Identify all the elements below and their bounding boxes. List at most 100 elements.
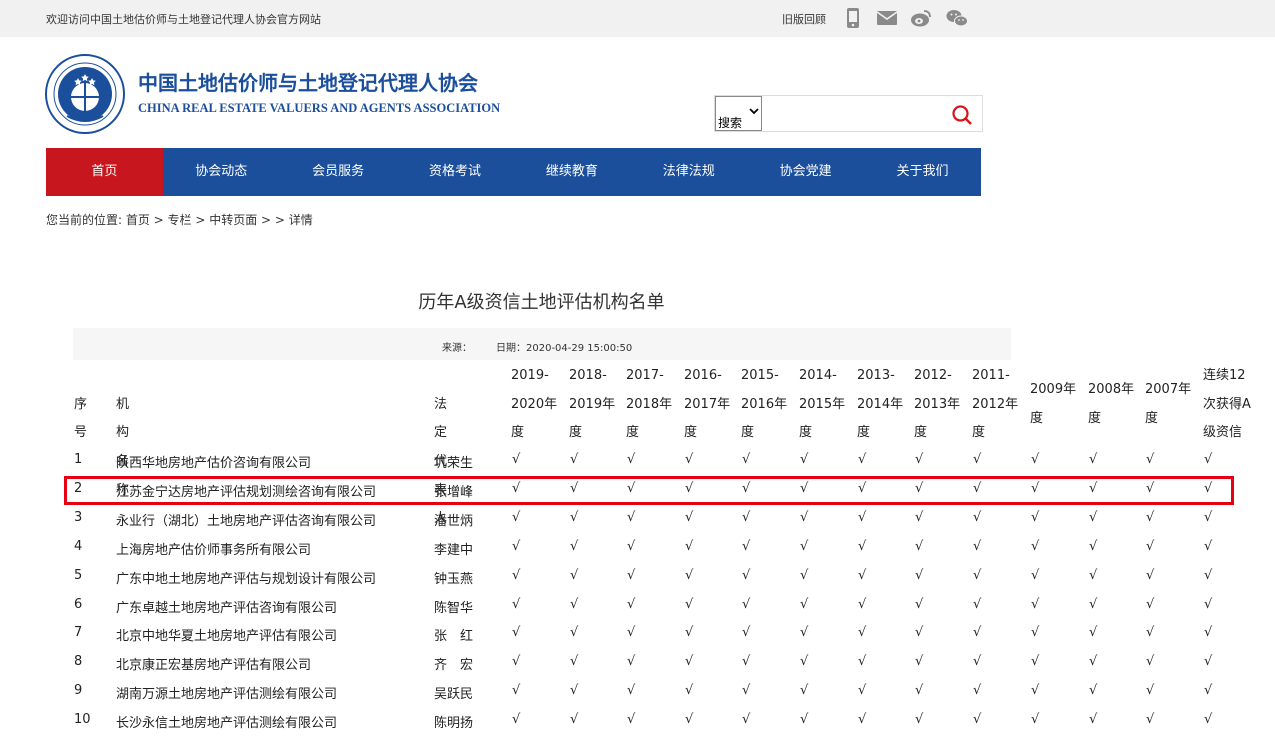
check-mark: √ bbox=[800, 509, 809, 525]
header-year: 2013- 2014年 度 bbox=[857, 367, 904, 441]
nav-item-education[interactable]: 继续教育 bbox=[514, 148, 631, 196]
search-type-select[interactable]: 搜索 bbox=[715, 96, 762, 131]
mobile-icon[interactable] bbox=[842, 8, 864, 28]
check-mark: √ bbox=[570, 712, 579, 728]
wechat-icon[interactable] bbox=[946, 8, 968, 28]
header-year: 2019- 2020年 度 bbox=[511, 367, 558, 441]
row-legal-rep: 潘世炳 bbox=[434, 513, 474, 529]
check-mark: √ bbox=[1089, 452, 1098, 467]
check-mark: √ bbox=[627, 596, 636, 612]
row-no: 5 bbox=[74, 567, 83, 583]
mail-icon[interactable] bbox=[876, 8, 898, 28]
header-year: 2018- 2019年 度 bbox=[569, 367, 616, 441]
check-mark: √ bbox=[973, 538, 982, 554]
check-mark: √ bbox=[685, 625, 694, 641]
header-year: 2008年 度 bbox=[1088, 382, 1135, 426]
check-mark: √ bbox=[1031, 567, 1040, 583]
row-agency-name: 永业行（湖北）土地房地产评估咨询有限公司 bbox=[116, 513, 377, 529]
nav-item-exams[interactable]: 资格考试 bbox=[397, 148, 514, 196]
check-mark: √ bbox=[1146, 654, 1155, 670]
nav-item-party[interactable]: 协会党建 bbox=[747, 148, 864, 196]
check-mark: √ bbox=[858, 538, 867, 554]
check-mark: √ bbox=[1089, 538, 1098, 554]
nav-item-laws[interactable]: 法律法规 bbox=[630, 148, 747, 196]
check-mark: √ bbox=[1204, 452, 1213, 467]
check-mark: √ bbox=[973, 567, 982, 583]
check-mark: √ bbox=[915, 452, 924, 467]
header-year: 2011- 2012年 度 bbox=[972, 367, 1019, 441]
check-mark: √ bbox=[973, 596, 982, 612]
row-agency-name: 北京康正宏基房地产评估有限公司 bbox=[116, 658, 312, 674]
check-mark: √ bbox=[627, 683, 636, 699]
check-mark: √ bbox=[512, 538, 521, 554]
page-title: 历年A级资信土地评估机构名单 bbox=[418, 292, 665, 313]
check-mark: √ bbox=[1204, 625, 1213, 641]
weibo-icon[interactable] bbox=[910, 8, 932, 28]
check-mark: √ bbox=[512, 567, 521, 583]
header-year: 连续12 次获得A 级资信 bbox=[1203, 367, 1251, 441]
association-logo[interactable] bbox=[45, 54, 125, 134]
check-mark: √ bbox=[915, 654, 924, 670]
chevron-down-icon bbox=[749, 108, 759, 115]
row-agency-name: 北京中地华夏土地房地产评估有限公司 bbox=[116, 629, 338, 645]
header-year: 2017- 2018年 度 bbox=[626, 367, 673, 441]
check-mark: √ bbox=[1204, 567, 1213, 583]
check-mark: √ bbox=[570, 509, 579, 525]
check-mark: √ bbox=[1204, 538, 1213, 554]
check-mark: √ bbox=[1089, 596, 1098, 612]
check-mark: √ bbox=[800, 625, 809, 641]
check-mark: √ bbox=[800, 654, 809, 670]
row-legal-rep: 齐 宏 bbox=[434, 658, 474, 674]
check-mark: √ bbox=[1204, 683, 1213, 699]
check-mark: √ bbox=[1031, 654, 1040, 670]
nav-item-about[interactable]: 关于我们 bbox=[864, 148, 981, 196]
row-agency-name: 陕西华地房地产估价咨询有限公司 bbox=[116, 456, 312, 471]
row-no: 1 bbox=[74, 452, 83, 467]
check-mark: √ bbox=[915, 683, 924, 699]
check-mark: √ bbox=[742, 625, 751, 641]
check-mark: √ bbox=[800, 567, 809, 583]
row-agency-name: 上海房地产估价师事务所有限公司 bbox=[116, 542, 312, 558]
check-mark: √ bbox=[858, 452, 867, 467]
row-legal-rep: 张 红 bbox=[434, 629, 474, 645]
header-year: 2009年 度 bbox=[1030, 382, 1077, 426]
check-mark: √ bbox=[742, 654, 751, 670]
check-mark: √ bbox=[973, 625, 982, 641]
check-mark: √ bbox=[858, 654, 867, 670]
check-mark: √ bbox=[1146, 712, 1155, 728]
check-mark: √ bbox=[858, 596, 867, 612]
check-mark: √ bbox=[915, 538, 924, 554]
check-mark: √ bbox=[570, 538, 579, 554]
check-mark: √ bbox=[512, 596, 521, 612]
check-mark: √ bbox=[800, 538, 809, 554]
check-mark: √ bbox=[1146, 567, 1155, 583]
article-source: 来源： bbox=[442, 343, 472, 354]
nav-item-member-services[interactable]: 会员服务 bbox=[280, 148, 397, 196]
header-no: 序号 bbox=[74, 396, 88, 441]
header-year: 2014- 2015年 度 bbox=[799, 367, 846, 441]
check-mark: √ bbox=[742, 509, 751, 525]
check-mark: √ bbox=[685, 596, 694, 612]
check-mark: √ bbox=[1031, 509, 1040, 525]
old-version-link[interactable]: 旧版回顾 bbox=[782, 11, 826, 27]
check-mark: √ bbox=[570, 452, 579, 467]
check-mark: √ bbox=[685, 683, 694, 699]
row-agency-name: 湖南万源土地房地产评估测绘有限公司 bbox=[116, 687, 338, 703]
row-no: 9 bbox=[74, 683, 83, 699]
check-mark: √ bbox=[1031, 596, 1040, 612]
check-mark: √ bbox=[570, 596, 579, 612]
check-mark: √ bbox=[1031, 712, 1040, 728]
check-mark: √ bbox=[512, 452, 521, 467]
check-mark: √ bbox=[1031, 452, 1040, 467]
article-meta: 来源： 日期：2020-04-29 15:00:50 bbox=[73, 328, 1011, 360]
check-mark: √ bbox=[1089, 625, 1098, 641]
search-icon[interactable] bbox=[951, 104, 973, 126]
check-mark: √ bbox=[1146, 509, 1155, 525]
check-mark: √ bbox=[570, 683, 579, 699]
nav-item-news[interactable]: 协会动态 bbox=[163, 148, 280, 196]
row-agency-name: 广东卓越土地房地产评估咨询有限公司 bbox=[116, 600, 338, 616]
check-mark: √ bbox=[627, 509, 636, 525]
breadcrumb: 您当前的位置: 首页 > 专栏 > 中转页面 > > 详情 bbox=[46, 213, 313, 227]
nav-item-home[interactable]: 首页 bbox=[46, 148, 163, 196]
top-bar: 欢迎访问中国土地估价师与土地登记代理人协会官方网站 旧版回顾 bbox=[0, 0, 1275, 37]
